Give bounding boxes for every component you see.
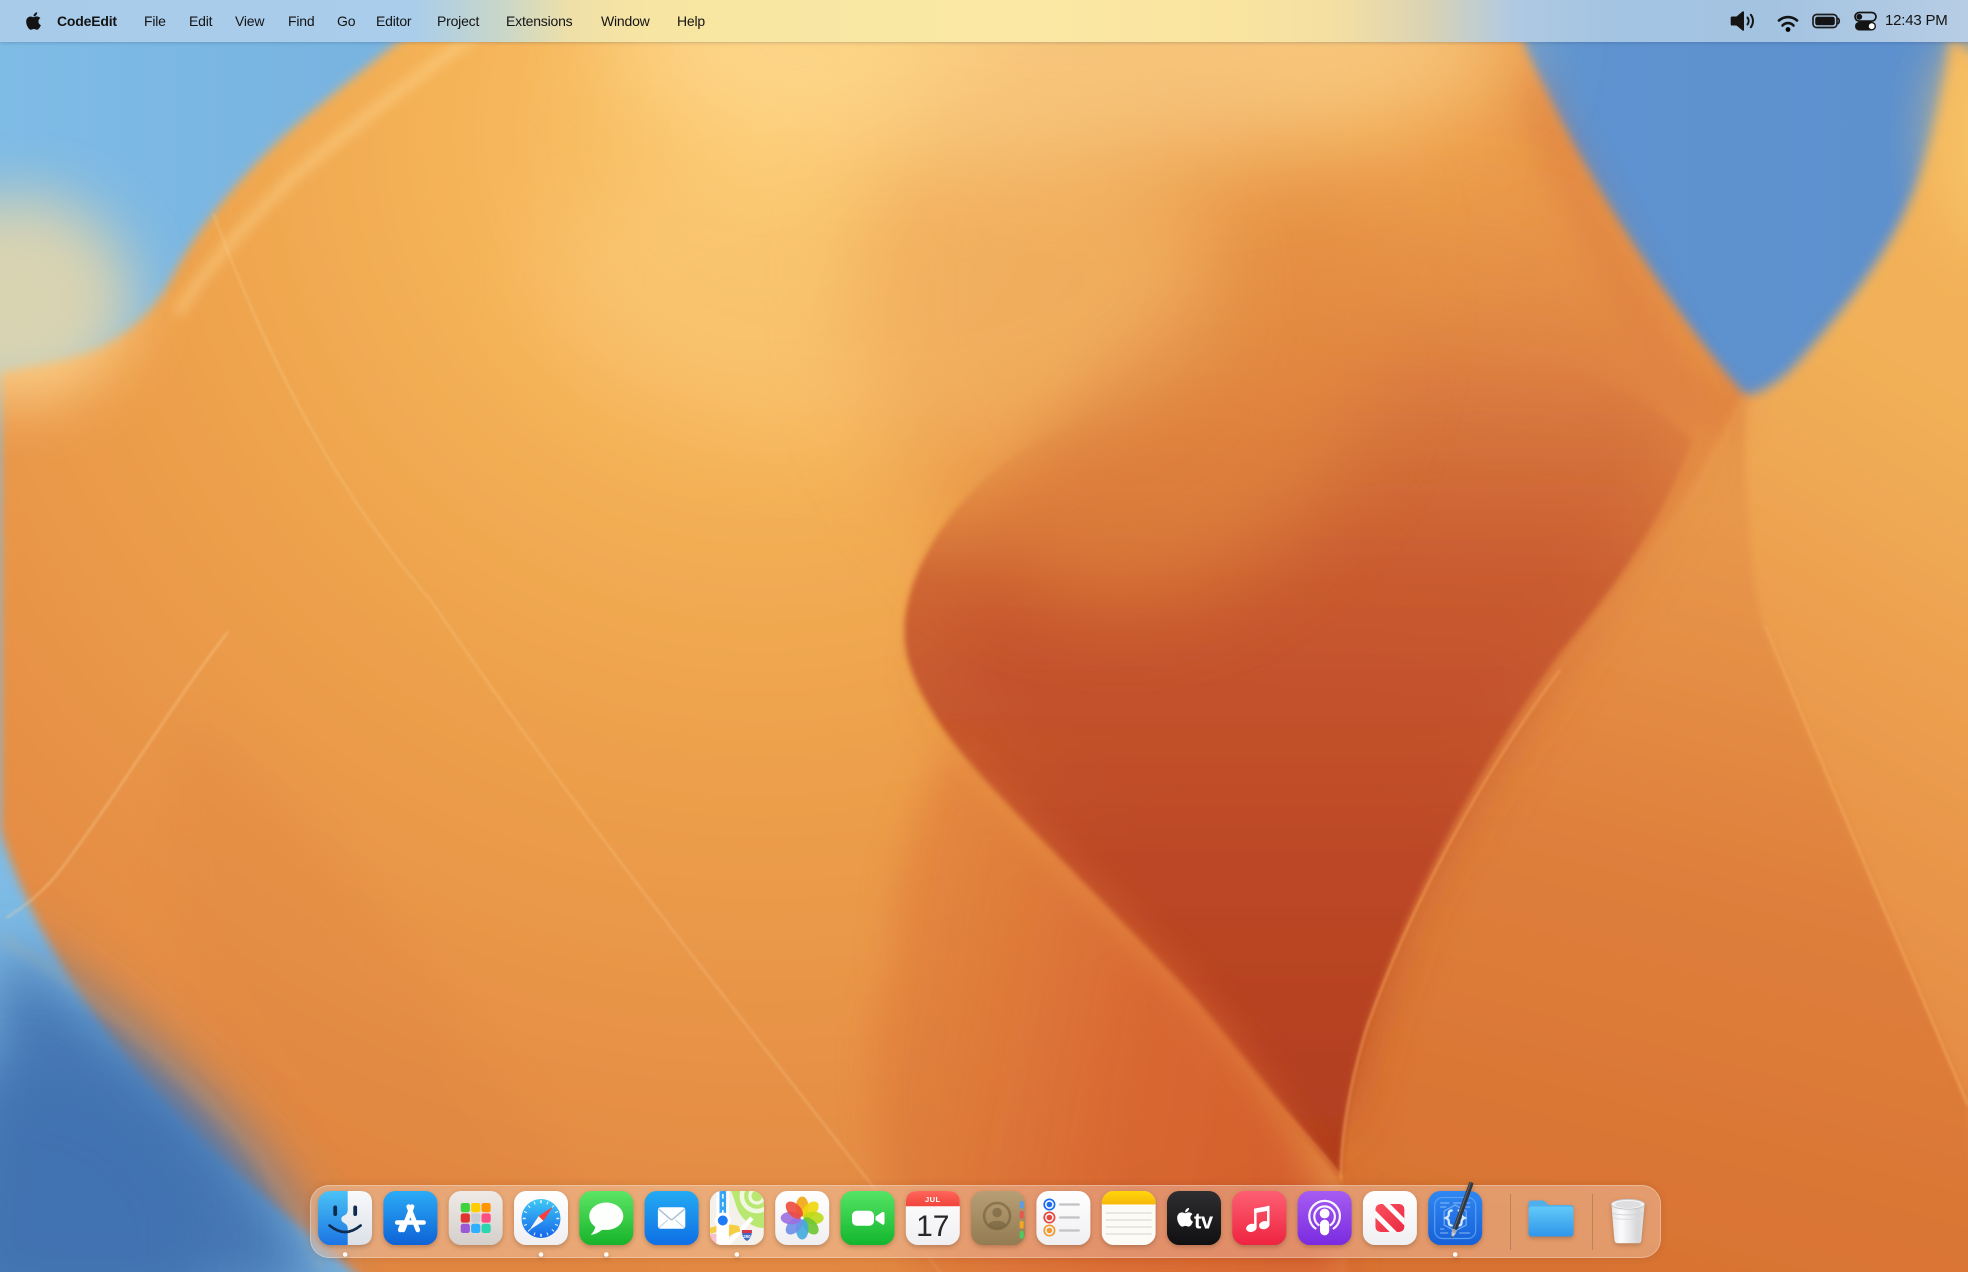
svg-text:tv: tv [1194, 1209, 1214, 1234]
svg-text:280: 280 [743, 1234, 751, 1239]
svg-text:17: 17 [916, 1210, 949, 1243]
svg-text:JUL: JUL [925, 1195, 941, 1204]
